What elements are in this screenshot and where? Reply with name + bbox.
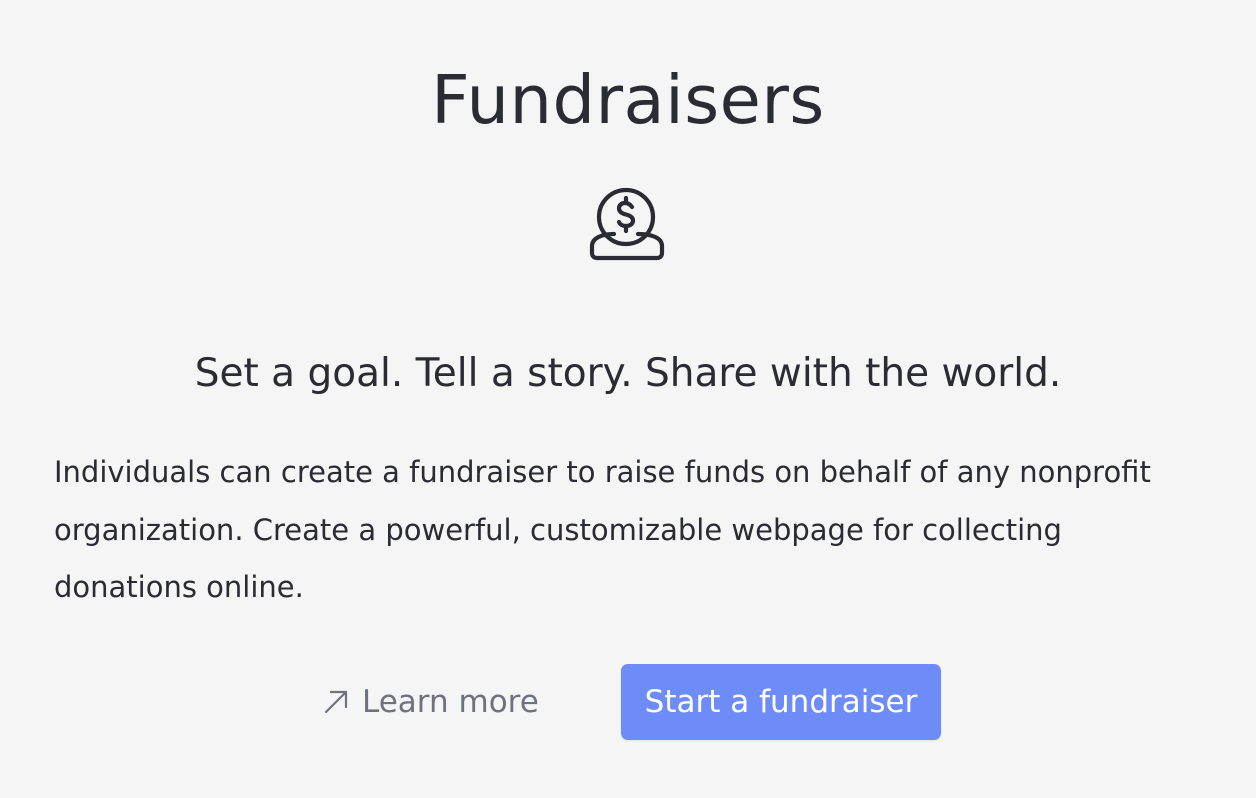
start-fundraiser-button[interactable]: Start a fundraiser xyxy=(621,664,941,740)
tagline: Set a goal. Tell a story. Share with the… xyxy=(194,351,1062,396)
action-row: Learn more Start a fundraiser xyxy=(0,664,1256,740)
learn-more-label: Learn more xyxy=(362,684,539,720)
arrow-up-right-icon xyxy=(322,688,350,716)
fundraisers-page: Fundraisers Set a goal. Tell a story. Sh… xyxy=(0,0,1256,798)
coin-in-hand-icon xyxy=(586,186,666,264)
page-title: Fundraisers xyxy=(431,61,825,139)
description-text: Individuals can create a fundraiser to r… xyxy=(54,455,1151,604)
learn-more-link[interactable]: Learn more xyxy=(322,664,539,740)
